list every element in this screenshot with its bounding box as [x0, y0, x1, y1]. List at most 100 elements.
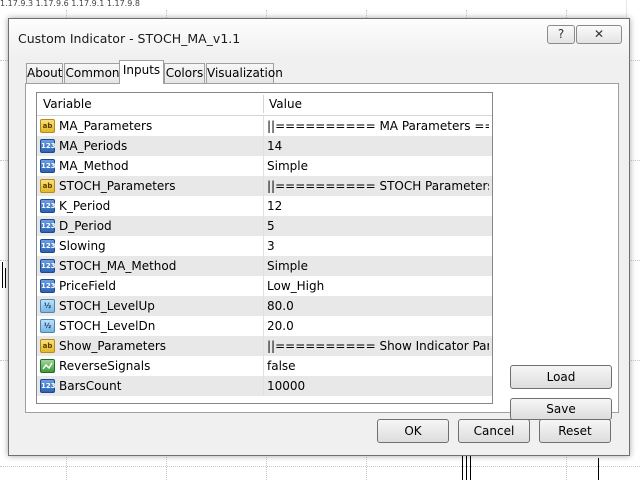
- integer-type-icon: 123: [40, 199, 56, 213]
- row-variable: D_Period: [59, 219, 112, 233]
- table-row[interactable]: ½ STOCH_LevelUp 80.0: [37, 296, 492, 316]
- row-variable: STOCH_LevelDn: [59, 319, 156, 333]
- row-variable: ReverseSignals: [59, 359, 151, 373]
- help-button[interactable]: ?: [547, 25, 575, 44]
- inputs-panel: Variable Value ab MA_Parameters ||======…: [25, 83, 619, 420]
- integer-type-icon: 123: [40, 239, 56, 253]
- cell-separator: [263, 276, 264, 296]
- table-row[interactable]: 123 BarsCount 10000: [37, 376, 492, 396]
- row-value[interactable]: 5: [267, 219, 489, 233]
- table-row[interactable]: 123 MA_Periods 14: [37, 136, 492, 156]
- row-value[interactable]: Simple: [267, 159, 489, 173]
- cell-separator: [263, 256, 264, 276]
- row-value[interactable]: Simple: [267, 259, 489, 273]
- chart-gridline: [0, 466, 640, 467]
- table-row[interactable]: ab STOCH_Parameters ||========== STOCH P…: [37, 176, 492, 196]
- cell-separator: [263, 196, 264, 216]
- row-value[interactable]: ||========== Show Indicator Parameters =…: [267, 339, 489, 353]
- table-row[interactable]: 123 D_Period 5: [37, 216, 492, 236]
- column-header-variable[interactable]: Variable: [43, 97, 92, 111]
- chart-bar: [2, 262, 3, 288]
- close-icon: ✕: [593, 27, 605, 41]
- grid-header: Variable Value: [37, 93, 492, 116]
- row-value[interactable]: ||========== MA Parameters ==========||: [267, 119, 489, 133]
- tab-common[interactable]: Common: [64, 63, 121, 83]
- row-value[interactable]: ||========== STOCH Parameters ========..…: [267, 179, 489, 193]
- cell-separator: [263, 176, 264, 196]
- row-value[interactable]: 80.0: [267, 299, 489, 313]
- chart-bar: [5, 268, 6, 288]
- table-row[interactable]: 123 MA_Method Simple: [37, 156, 492, 176]
- tab-colors[interactable]: Colors: [164, 63, 205, 83]
- inputs-grid: Variable Value ab MA_Parameters ||======…: [36, 92, 493, 404]
- integer-type-icon: 123: [40, 379, 56, 393]
- integer-type-icon: 123: [40, 279, 56, 293]
- row-value[interactable]: 12: [267, 199, 489, 213]
- chart-header-text: 1.17.9.3 1.17.9.6 1.17.9.1 1.17.9.8: [0, 0, 140, 8]
- dialog-title: Custom Indicator - STOCH_MA_v1.1: [18, 31, 241, 46]
- cell-separator: [263, 216, 264, 236]
- cell-separator: [263, 156, 264, 176]
- ok-button[interactable]: OK: [377, 419, 449, 443]
- string-type-icon: ab: [40, 339, 55, 353]
- string-type-icon: ab: [40, 179, 55, 193]
- double-type-icon: ½: [40, 299, 55, 313]
- table-row[interactable]: ReverseSignals false: [37, 356, 492, 376]
- row-value[interactable]: Low_High: [267, 279, 489, 293]
- table-row[interactable]: 123 STOCH_MA_Method Simple: [37, 256, 492, 276]
- cancel-button[interactable]: Cancel: [458, 419, 530, 443]
- cell-separator: [263, 236, 264, 256]
- integer-type-icon: 123: [40, 159, 56, 173]
- cell-separator: [263, 296, 264, 316]
- title-bar[interactable]: Custom Indicator - STOCH_MA_v1.1 ? ✕: [9, 19, 629, 55]
- chart-bar: [466, 456, 467, 480]
- save-button[interactable]: Save: [510, 398, 612, 420]
- row-variable: MA_Method: [59, 159, 129, 173]
- load-button[interactable]: Load: [510, 365, 612, 389]
- cell-separator: [263, 136, 264, 156]
- cell-separator: [263, 336, 264, 356]
- integer-type-icon: 123: [40, 139, 56, 153]
- table-row[interactable]: 123 K_Period 12: [37, 196, 492, 216]
- row-value[interactable]: 20.0: [267, 319, 489, 333]
- row-value[interactable]: 14: [267, 139, 489, 153]
- cell-separator: [263, 376, 264, 396]
- row-variable: Slowing: [59, 239, 106, 253]
- table-row[interactable]: 123 Slowing 3: [37, 236, 492, 256]
- row-variable: BarsCount: [59, 379, 122, 393]
- row-variable: MA_Periods: [59, 139, 128, 153]
- row-variable: PriceField: [59, 279, 116, 293]
- tab-visualization[interactable]: Visualization: [206, 63, 283, 83]
- table-row[interactable]: ab Show_Parameters ||========== Show Ind…: [37, 336, 492, 356]
- column-separator[interactable]: [263, 95, 264, 113]
- bool-type-icon: [40, 359, 55, 373]
- chart-bar: [462, 456, 463, 480]
- tab-about[interactable]: About: [26, 63, 63, 83]
- cell-separator: [263, 116, 264, 136]
- row-variable: STOCH_Parameters: [59, 179, 176, 193]
- column-header-value[interactable]: Value: [269, 97, 302, 111]
- chart-bar: [598, 458, 599, 480]
- row-value[interactable]: 10000: [267, 379, 489, 393]
- custom-indicator-dialog: Custom Indicator - STOCH_MA_v1.1 ? ✕ Abo…: [8, 18, 630, 456]
- table-row[interactable]: ½ STOCH_LevelDn 20.0: [37, 316, 492, 336]
- row-variable: STOCH_LevelUp: [59, 299, 155, 313]
- integer-type-icon: 123: [40, 259, 56, 273]
- table-row[interactable]: ab MA_Parameters ||========== MA Paramet…: [37, 116, 492, 136]
- row-value[interactable]: 3: [267, 239, 489, 253]
- row-variable: STOCH_MA_Method: [59, 259, 177, 273]
- close-button[interactable]: ✕: [576, 25, 622, 44]
- tab-inputs[interactable]: Inputs: [119, 60, 164, 84]
- cell-separator: [263, 356, 264, 376]
- table-row[interactable]: 123 PriceField Low_High: [37, 276, 492, 296]
- double-type-icon: ½: [40, 319, 55, 333]
- row-value[interactable]: false: [267, 359, 489, 373]
- integer-type-icon: 123: [40, 219, 56, 233]
- row-variable: K_Period: [59, 199, 111, 213]
- row-variable: Show_Parameters: [59, 339, 167, 353]
- cell-separator: [263, 316, 264, 336]
- string-type-icon: ab: [40, 119, 55, 133]
- reset-button[interactable]: Reset: [539, 419, 611, 443]
- row-variable: MA_Parameters: [59, 119, 153, 133]
- chart-bar: [470, 456, 471, 480]
